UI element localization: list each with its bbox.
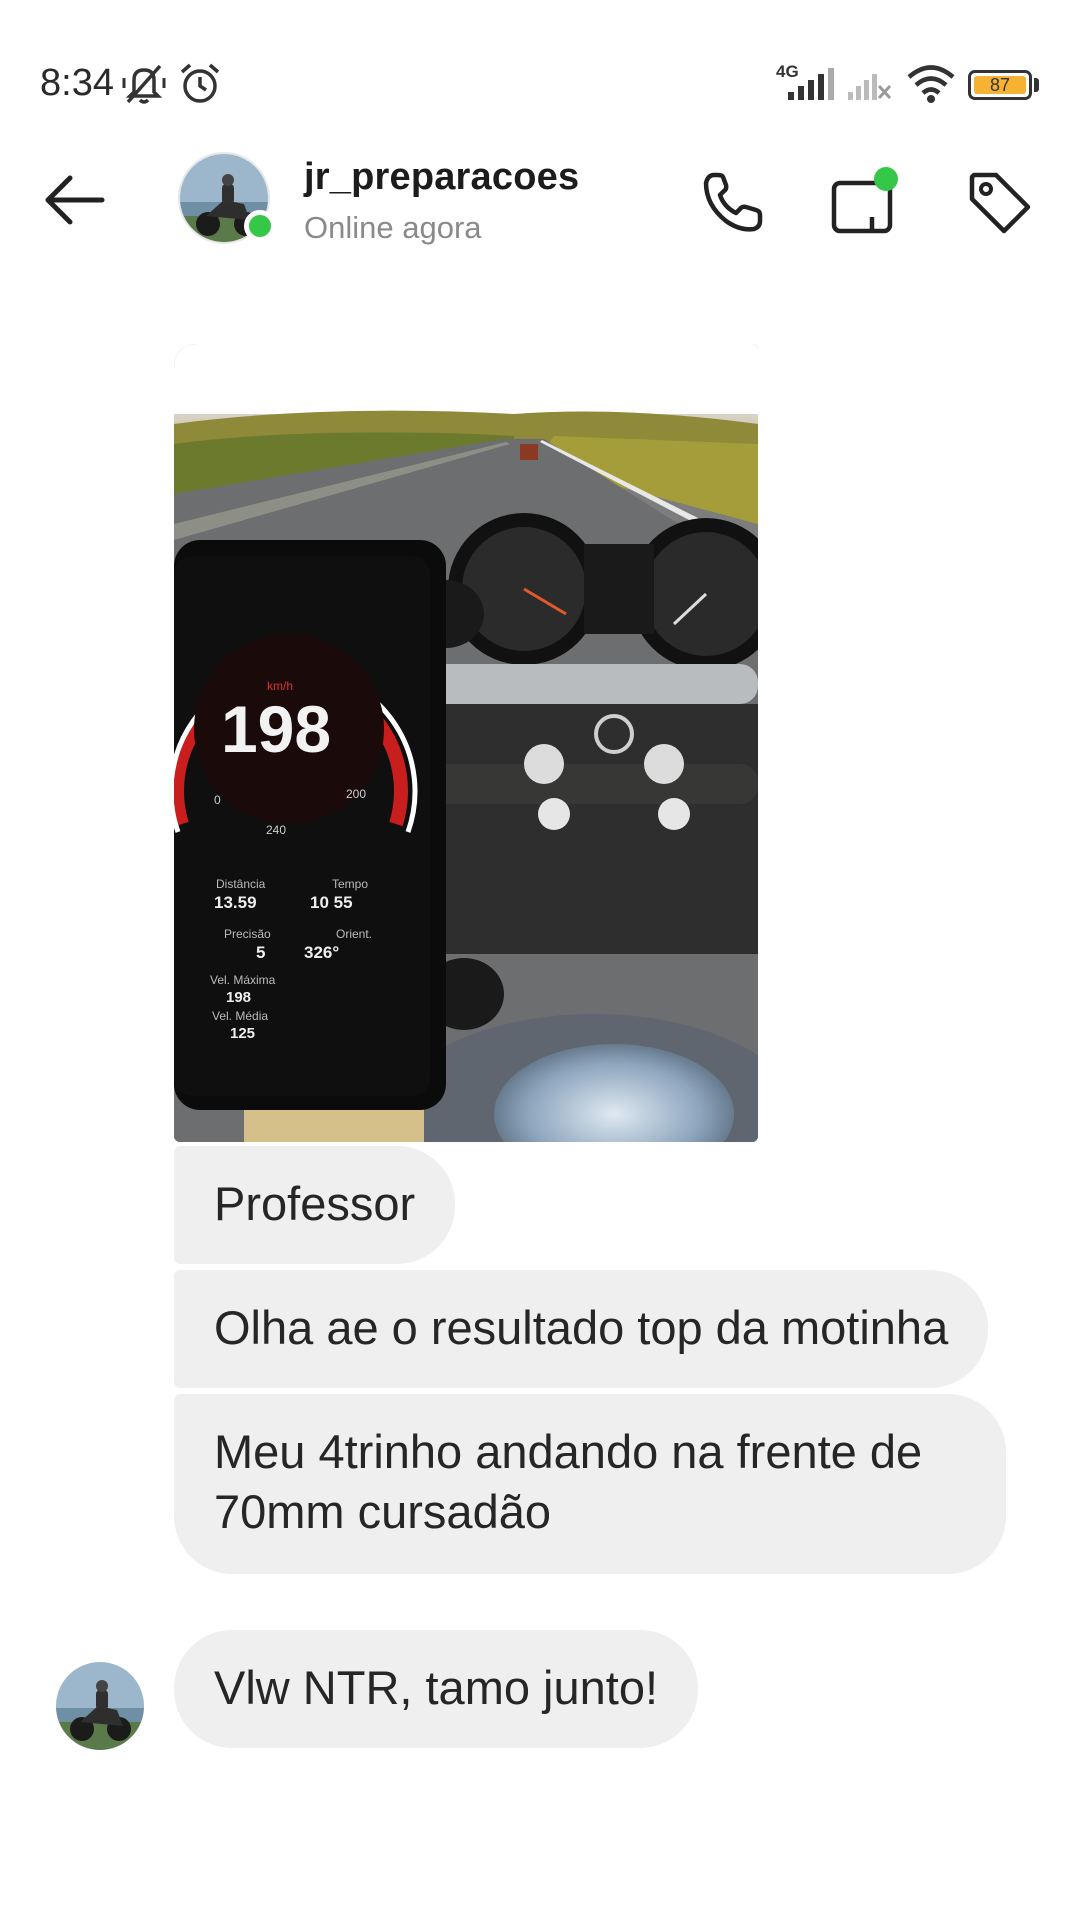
chat-header: jr_preparacoes Online agora xyxy=(0,130,1080,270)
stat-value-max-speed: 198 xyxy=(226,989,251,1006)
stat-value-orient: 326° xyxy=(304,943,339,962)
stat-label-time: Tempo xyxy=(332,877,368,891)
mute-icon xyxy=(122,64,166,104)
stat-label-distance: Distância xyxy=(216,877,266,891)
stat-value-precision: 5 xyxy=(256,943,265,962)
alarm-icon xyxy=(180,63,220,103)
avatar-motorcycle-image xyxy=(56,1662,144,1750)
stat-label-avg-speed: Vel. Média xyxy=(212,1009,268,1023)
speed-value: 198 xyxy=(221,692,331,766)
stat-label-max-speed: Vel. Máxima xyxy=(210,973,276,987)
stat-value-distance: 13.59 xyxy=(214,893,257,912)
stat-value-time: 10 55 xyxy=(310,893,353,912)
tag-icon[interactable] xyxy=(962,165,1036,239)
status-time: 8:34 xyxy=(40,62,114,104)
dial-max: 240 xyxy=(266,823,286,837)
sender-avatar[interactable] xyxy=(56,1662,144,1750)
signal-4g-icon xyxy=(788,68,834,100)
status-bar: 8:34 4G 87 xyxy=(0,0,1080,120)
message-bubble[interactable]: Olha ae o resultado top da motinha xyxy=(174,1270,989,1388)
contact-username[interactable]: jr_preparacoes xyxy=(304,156,579,199)
battery-tip xyxy=(1034,78,1039,92)
stat-value-avg-speed: 125 xyxy=(230,1025,255,1042)
contact-status: Online agora xyxy=(304,210,482,245)
online-indicator xyxy=(244,210,276,242)
message-bubble[interactable]: Meu 4trinho andando na frente de 70mm cu… xyxy=(174,1394,1006,1574)
signal-no-service-icon xyxy=(848,74,892,100)
back-arrow-icon[interactable] xyxy=(40,170,110,230)
dial-min: 0 xyxy=(214,793,221,807)
message-bubble[interactable]: Vlw NTR, tamo junto! xyxy=(174,1630,699,1748)
dial-mid: 200 xyxy=(346,787,366,801)
message-bubble[interactable]: Professor xyxy=(174,1146,456,1264)
stat-label-precision: Precisão xyxy=(224,927,271,941)
phone-call-icon[interactable] xyxy=(696,165,770,239)
speed-unit: km/h xyxy=(267,679,293,693)
battery-level: 87 xyxy=(989,74,1011,95)
stat-label-orient: Orient. xyxy=(336,927,372,941)
wifi-icon xyxy=(907,65,955,103)
battery-icon: 87 xyxy=(968,70,1032,100)
message-photo[interactable]: km/h 198 0 200 240 Distância 13.59 Tempo… xyxy=(174,344,758,1142)
video-call-icon[interactable] xyxy=(828,165,902,239)
motorcycle-speedometer-photo: km/h 198 0 200 240 Distância 13.59 Tempo… xyxy=(174,344,758,1142)
contact-avatar[interactable] xyxy=(178,152,276,244)
